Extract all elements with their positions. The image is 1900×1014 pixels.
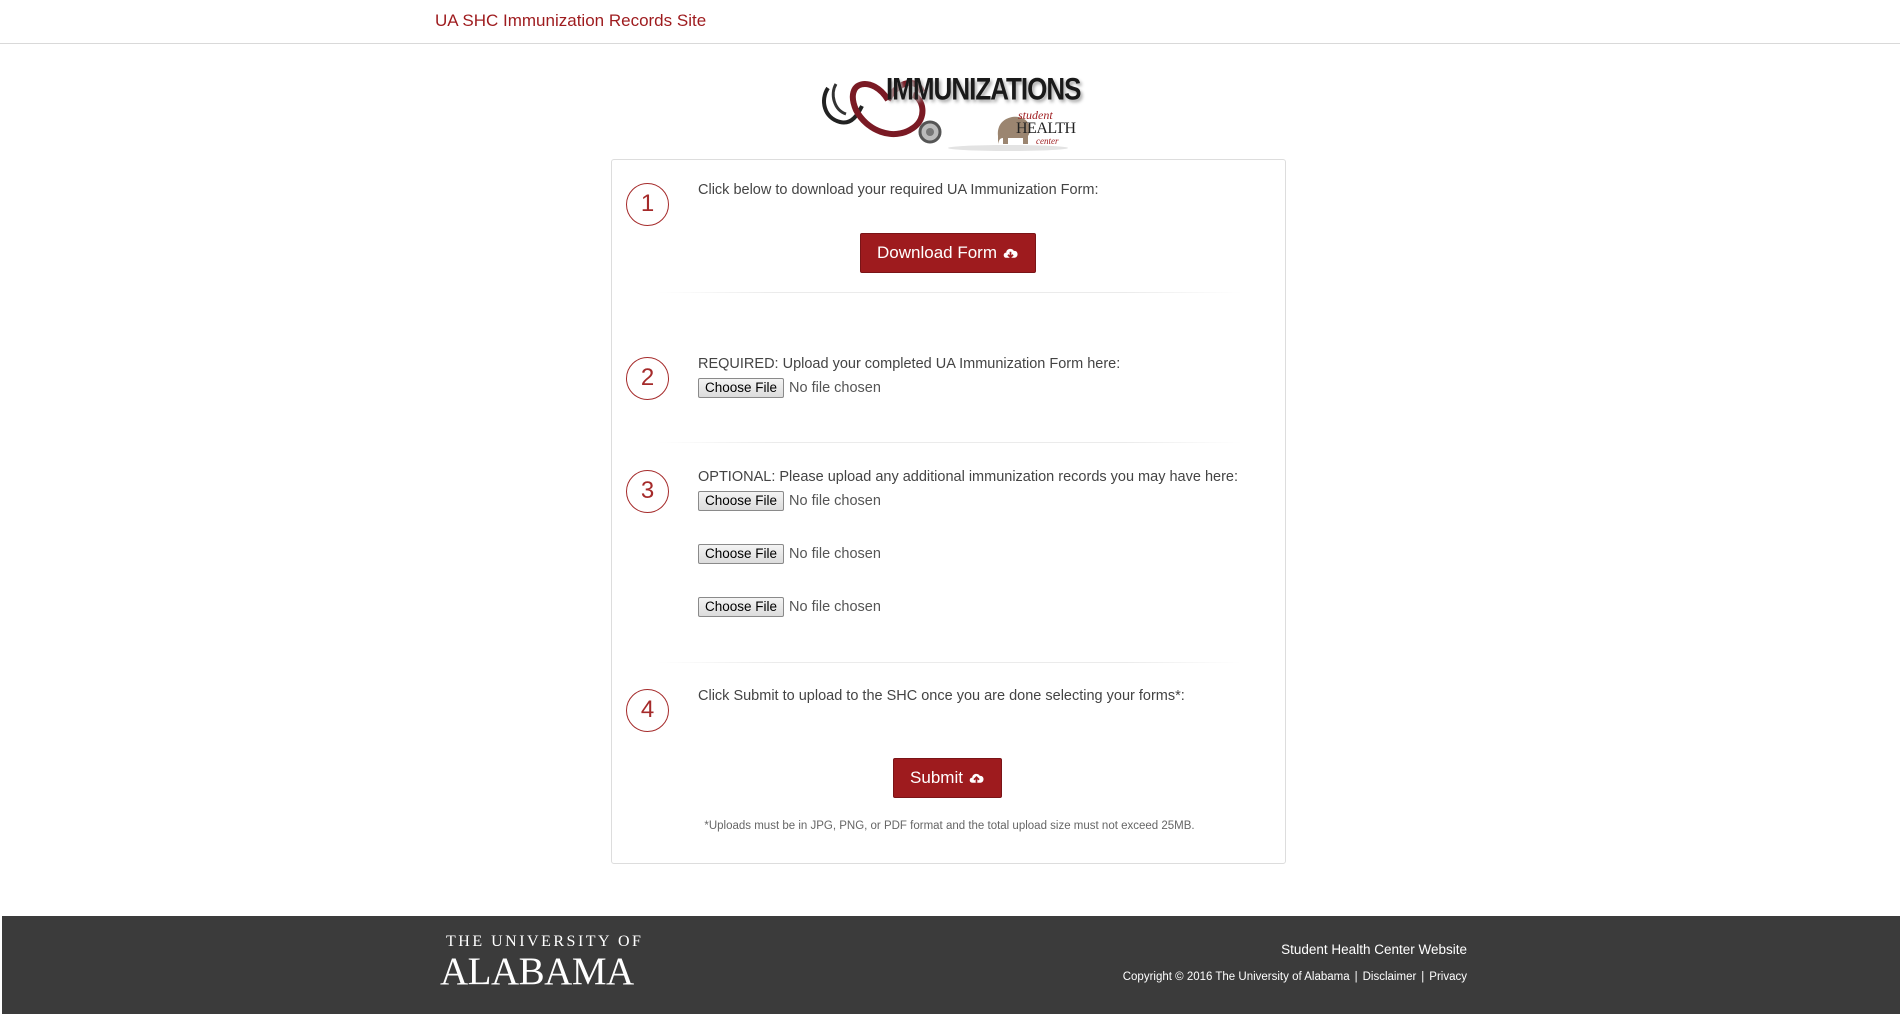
separator: | bbox=[1421, 971, 1425, 983]
file-status: No file chosen bbox=[789, 546, 881, 562]
section-divider bbox=[657, 292, 1242, 293]
choose-file-button[interactable]: Choose File bbox=[698, 378, 785, 398]
step-1-text: Click below to download your required UA… bbox=[698, 182, 1099, 198]
cloud-upload-icon bbox=[969, 773, 984, 783]
file-status: No file chosen bbox=[789, 599, 881, 615]
footer-copyright-line: Copyright © 2016 The University of Alaba… bbox=[1123, 971, 1467, 983]
top-navbar: UA SHC Immunization Records Site bbox=[0, 0, 1900, 44]
separator: | bbox=[1354, 971, 1358, 983]
step-2-text: REQUIRED: Upload your completed UA Immun… bbox=[698, 356, 1121, 372]
immunization-upload-card: 1 Click below to download your required … bbox=[611, 159, 1286, 864]
file-status: No file chosen bbox=[789, 493, 881, 509]
privacy-link[interactable]: Privacy bbox=[1429, 971, 1467, 983]
step-number-2: 2 bbox=[626, 357, 669, 400]
immunizations-logo: IMMUNIZATIONS student HEALTH center bbox=[818, 70, 1081, 152]
site-title-link[interactable]: UA SHC Immunization Records Site bbox=[435, 11, 706, 31]
university-logo-line1: THE UNIVERSITY OF bbox=[446, 933, 644, 950]
download-form-button[interactable]: Download Form bbox=[860, 233, 1036, 273]
required-form-file-input: Choose File No file chosen bbox=[698, 377, 881, 399]
section-divider bbox=[657, 662, 1242, 663]
choose-file-button[interactable]: Choose File bbox=[698, 597, 785, 617]
copyright-link[interactable]: Copyright © 2016 The University of Alaba… bbox=[1123, 971, 1350, 983]
choose-file-button[interactable]: Choose File bbox=[698, 544, 785, 564]
choose-file-button[interactable]: Choose File bbox=[698, 491, 785, 511]
submit-button[interactable]: Submit bbox=[893, 758, 1002, 798]
optional-record-file-input-1: Choose File No file chosen bbox=[698, 490, 881, 512]
step-3-text: OPTIONAL: Please upload any additional i… bbox=[698, 469, 1239, 485]
student-health-center-link[interactable]: Student Health Center Website bbox=[1281, 942, 1467, 957]
step-number-4: 4 bbox=[626, 689, 669, 732]
optional-record-file-input-3: Choose File No file chosen bbox=[698, 596, 881, 618]
step-number-1: 1 bbox=[626, 183, 669, 226]
step-4-text: Click Submit to upload to the SHC once y… bbox=[698, 688, 1185, 704]
file-status: No file chosen bbox=[789, 380, 881, 396]
site-footer: THE UNIVERSITY OF ALABAMA Student Health… bbox=[2, 916, 1900, 1014]
upload-requirements-note: *Uploads must be in JPG, PNG, or PDF for… bbox=[704, 820, 1195, 832]
university-logo-line2: ALABAMA bbox=[440, 950, 634, 993]
optional-record-file-input-2: Choose File No file chosen bbox=[698, 543, 881, 565]
section-divider bbox=[657, 442, 1242, 443]
cloud-download-icon bbox=[1003, 248, 1018, 259]
step-number-3: 3 bbox=[626, 470, 669, 513]
logo-title: IMMUNIZATIONS bbox=[886, 70, 1081, 107]
disclaimer-link[interactable]: Disclaimer bbox=[1363, 971, 1417, 983]
student-health-center-logo: student HEALTH center bbox=[994, 108, 1076, 150]
